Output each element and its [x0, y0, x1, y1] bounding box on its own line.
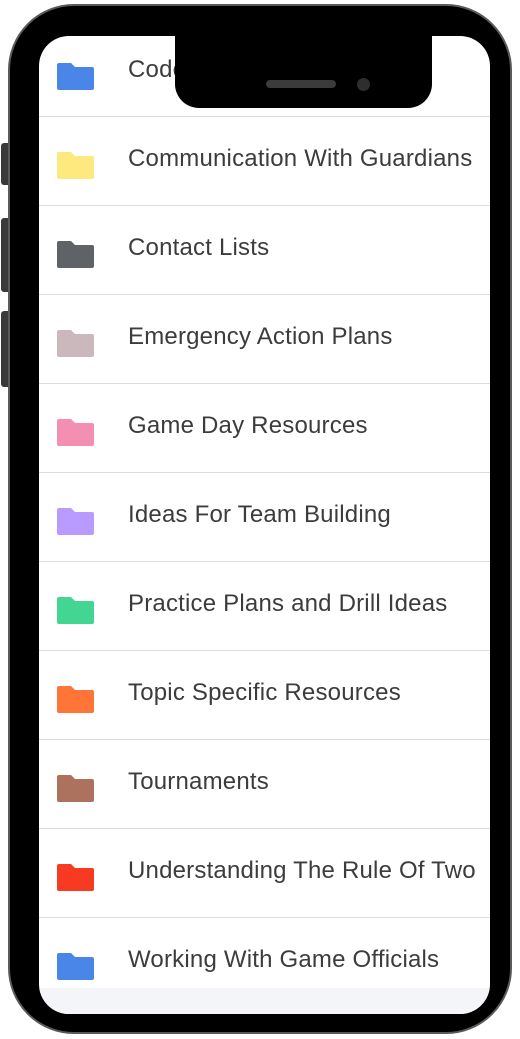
folder-icon — [57, 508, 94, 535]
phone-screen: Codes of Conduct Communication With Guar… — [39, 36, 490, 1014]
notch — [175, 36, 432, 108]
folder-icon — [57, 686, 94, 713]
folder-list: Codes of Conduct Communication With Guar… — [39, 36, 490, 1007]
folder-icon — [57, 241, 94, 268]
folder-label: Game Day Resources — [128, 412, 368, 439]
folder-row[interactable]: Practice Plans and Drill Ideas — [39, 562, 490, 651]
folder-row[interactable]: Communication With Guardians — [39, 117, 490, 206]
folder-icon — [57, 953, 94, 980]
volume-up-button — [1, 218, 8, 292]
folder-row[interactable]: Understanding The Rule Of Two — [39, 829, 490, 918]
folder-label: Contact Lists — [128, 234, 270, 261]
folder-icon — [57, 63, 94, 90]
folder-label: Ideas For Team Building — [128, 501, 391, 528]
front-camera — [357, 78, 370, 91]
folder-icon — [57, 419, 94, 446]
volume-down-button — [1, 311, 8, 387]
folder-label: Communication With Guardians — [128, 145, 473, 172]
folder-row[interactable]: Contact Lists — [39, 206, 490, 295]
folder-icon — [57, 330, 94, 357]
folder-row[interactable]: Tournaments — [39, 740, 490, 829]
folder-row[interactable]: Ideas For Team Building — [39, 473, 490, 562]
folder-icon — [57, 775, 94, 802]
folder-label: Working With Game Officials — [128, 946, 440, 973]
folder-icon — [57, 864, 94, 891]
folder-label: Practice Plans and Drill Ideas — [128, 590, 448, 617]
folder-label: Understanding The Rule Of Two — [128, 857, 476, 884]
folder-row[interactable]: Game Day Resources — [39, 384, 490, 473]
speaker-grille — [266, 80, 336, 88]
folder-row[interactable]: Topic Specific Resources — [39, 651, 490, 740]
folder-icon — [57, 597, 94, 624]
bottom-bar — [39, 988, 490, 1014]
folder-icon — [57, 152, 94, 179]
mute-switch — [1, 143, 8, 185]
folder-label: Emergency Action Plans — [128, 323, 393, 350]
folder-label: Topic Specific Resources — [128, 679, 401, 706]
folder-label: Tournaments — [128, 768, 269, 795]
folder-row[interactable]: Emergency Action Plans — [39, 295, 490, 384]
